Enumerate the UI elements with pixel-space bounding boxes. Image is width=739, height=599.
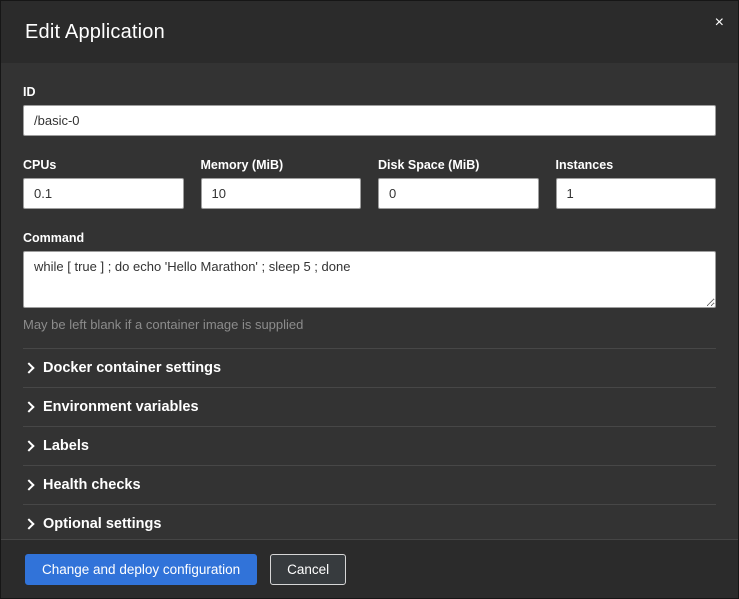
section-label: Environment variables: [43, 399, 199, 415]
cancel-button[interactable]: Cancel: [270, 554, 346, 585]
command-label: Command: [23, 231, 716, 245]
command-textarea[interactable]: while [ true ] ; do echo 'Hello Marathon…: [23, 251, 716, 308]
instances-input[interactable]: [556, 178, 717, 209]
disk-label: Disk Space (MiB): [378, 158, 539, 172]
command-field: Command while [ true ] ; do echo 'Hello …: [23, 231, 716, 332]
section-docker-container-settings[interactable]: Docker container settings: [23, 348, 716, 387]
section-optional-settings[interactable]: Optional settings: [23, 504, 716, 539]
modal-title: Edit Application: [25, 21, 165, 44]
command-help-text: May be left blank if a container image i…: [23, 317, 716, 332]
memory-field: Memory (MiB): [201, 158, 362, 209]
change-and-deploy-button[interactable]: Change and deploy configuration: [25, 554, 257, 585]
section-environment-variables[interactable]: Environment variables: [23, 387, 716, 426]
memory-label: Memory (MiB): [201, 158, 362, 172]
section-labels[interactable]: Labels: [23, 426, 716, 465]
modal-body: ID CPUs Memory (MiB) Disk Space (MiB) In…: [1, 63, 738, 539]
section-label: Optional settings: [43, 516, 161, 532]
instances-field: Instances: [556, 158, 717, 209]
chevron-right-icon: [23, 362, 34, 373]
close-icon[interactable]: ×: [715, 15, 724, 31]
settings-accordion: Docker container settings Environment va…: [23, 348, 716, 539]
chevron-right-icon: [23, 479, 34, 490]
cpus-label: CPUs: [23, 158, 184, 172]
cpus-input[interactable]: [23, 178, 184, 209]
modal-footer: Change and deploy configuration Cancel: [1, 539, 738, 598]
edit-application-modal: Edit Application × ID CPUs Memory (MiB) …: [0, 0, 739, 599]
section-label: Labels: [43, 438, 89, 454]
disk-field: Disk Space (MiB): [378, 158, 539, 209]
cpus-field: CPUs: [23, 158, 184, 209]
chevron-right-icon: [23, 401, 34, 412]
chevron-right-icon: [23, 440, 34, 451]
section-label: Health checks: [43, 477, 141, 493]
id-label: ID: [23, 85, 716, 99]
memory-input[interactable]: [201, 178, 362, 209]
instances-label: Instances: [556, 158, 717, 172]
disk-input[interactable]: [378, 178, 539, 209]
id-input[interactable]: [23, 105, 716, 136]
section-label: Docker container settings: [43, 360, 221, 376]
chevron-right-icon: [23, 518, 34, 529]
id-field: ID: [23, 85, 716, 136]
section-health-checks[interactable]: Health checks: [23, 465, 716, 504]
modal-header: Edit Application ×: [1, 1, 738, 63]
resources-row: CPUs Memory (MiB) Disk Space (MiB) Insta…: [23, 158, 716, 209]
